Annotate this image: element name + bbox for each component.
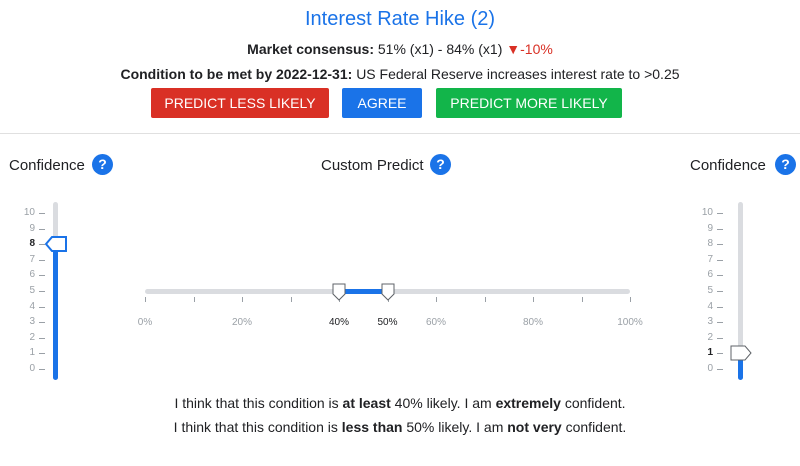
- confidence-tick-mark: [39, 322, 45, 324]
- range-tick-label: 50%: [377, 317, 398, 328]
- range-tick-mark: [290, 297, 292, 302]
- sentence-text: 50% likely. I am: [406, 419, 504, 435]
- confidence-tick-mark: [717, 322, 723, 324]
- range-tick-mark: [581, 297, 583, 302]
- confidence-tick-label: 10: [23, 207, 35, 218]
- range-high-thumb[interactable]: [380, 282, 396, 302]
- range-tick-label: 80%: [522, 317, 543, 328]
- confidence-thumb[interactable]: [44, 235, 68, 253]
- page-title: Interest Rate Hike (2): [304, 8, 496, 30]
- confidence-tick-label: 4: [707, 300, 713, 312]
- range-tick-mark: [533, 297, 534, 302]
- confidence-tick-label: 3: [707, 316, 713, 328]
- confidence-tick-label: 2: [707, 331, 713, 343]
- condition-label: Condition to be met by 2022-12-31:: [120, 66, 353, 82]
- range-tick-label: 40%: [328, 317, 349, 328]
- confidence-tick-mark: [39, 228, 45, 230]
- confidence-tick-label: 1: [707, 347, 713, 359]
- right-confidence-label: Confidence: [690, 157, 766, 174]
- confidence-tick-label: 0: [707, 363, 713, 374]
- confidence-thumb[interactable]: [729, 344, 753, 362]
- confidence-tick-mark: [39, 275, 45, 277]
- upper-bound-sentence: I think that this condition is less than…: [0, 419, 800, 435]
- confidence-tick-mark: [717, 306, 723, 308]
- range-tick-mark: [630, 297, 631, 302]
- confidence-tick-mark: [717, 291, 723, 292]
- confidence-tick-mark: [717, 337, 723, 339]
- custom-predict-label: Custom Predict: [321, 157, 424, 174]
- sentence-text: 40% likely. I am: [394, 395, 492, 411]
- range-tick-mark: [484, 297, 486, 302]
- range-thumb-shape[interactable]: [332, 283, 346, 301]
- confidence-tick-mark: [717, 369, 723, 370]
- confidence-tick-mark: [717, 244, 723, 246]
- confidence-tick-label: 8: [29, 238, 35, 250]
- left-confidence-label: Confidence: [9, 157, 85, 174]
- sentence-text: confident.: [565, 419, 627, 435]
- confidence-tick-mark: [717, 259, 723, 261]
- confidence-tick-label: 3: [29, 316, 35, 328]
- range-tick-mark: [193, 297, 195, 302]
- confidence-tick-mark: [39, 353, 45, 355]
- sentence-text: confident.: [564, 395, 626, 411]
- confidence-tick-mark: [39, 337, 45, 339]
- range-tick-mark: [242, 297, 243, 302]
- range-tick-mark: [145, 297, 146, 302]
- range-tick-label: 0%: [137, 317, 153, 328]
- confidence-tick-mark: [39, 259, 45, 261]
- consensus-delta: ▼-10%: [506, 41, 553, 57]
- left-confidence-help-icon[interactable]: ?: [92, 154, 113, 175]
- consensus-value: 51% (x1) - 84% (x1): [377, 41, 503, 57]
- confidence-tick-label: 7: [29, 253, 35, 265]
- sentence-text: I think that this condition is: [173, 419, 338, 435]
- range-tick-label: 20%: [231, 317, 252, 328]
- sentence-text: I think that this condition is: [174, 395, 339, 411]
- confidence-fill: [53, 244, 58, 380]
- confidence-thumb-shape[interactable]: [44, 236, 67, 253]
- custom-predict-help-icon[interactable]: ?: [430, 154, 451, 175]
- confidence-tick-mark: [39, 291, 45, 292]
- confidence-tick-mark: [39, 369, 45, 370]
- range-low-thumb[interactable]: [331, 282, 347, 302]
- confidence-tick-label: 6: [29, 269, 35, 281]
- lower-bound-sentence: I think that this condition is at least …: [0, 395, 800, 411]
- predict-less-likely-button[interactable]: PREDICT LESS LIKELY: [151, 88, 329, 118]
- confidence-tick-label: 8: [707, 238, 713, 250]
- predict-more-likely-button[interactable]: PREDICT MORE LIKELY: [436, 88, 622, 118]
- agree-button[interactable]: AGREE: [342, 88, 422, 118]
- sentence-confidence: not very: [507, 419, 562, 435]
- right-confidence-help-icon[interactable]: ?: [775, 154, 796, 175]
- confidence-tick-mark: [39, 306, 45, 308]
- confidence-thumb-shape[interactable]: [730, 345, 752, 361]
- confidence-tick-label: 1: [29, 347, 35, 359]
- confidence-tick-mark: [717, 353, 723, 355]
- confidence-tick-label: 6: [707, 269, 713, 281]
- sentence-bound: at least: [342, 395, 391, 411]
- confidence-tick-mark: [39, 213, 45, 214]
- confidence-tick-label: 2: [29, 331, 35, 343]
- section-divider: [0, 133, 800, 134]
- consensus-label: Market consensus:: [247, 41, 374, 57]
- range-tick-label: 100%: [617, 317, 643, 328]
- confidence-tick-mark: [717, 213, 723, 214]
- confidence-tick-label: 10: [701, 207, 713, 218]
- sentence-bound: less than: [341, 419, 403, 435]
- confidence-tick-label: 5: [29, 285, 35, 296]
- confidence-tick-label: 0: [29, 363, 35, 374]
- confidence-tick-label: 4: [29, 300, 35, 312]
- confidence-tick-label: 7: [707, 253, 713, 265]
- confidence-tick-label: 9: [707, 222, 713, 234]
- range-tick-mark: [436, 297, 437, 302]
- confidence-tick-mark: [717, 275, 723, 277]
- condition-text: US Federal Reserve increases interest ra…: [356, 66, 680, 82]
- confidence-tick-label: 5: [707, 285, 713, 296]
- range-thumb-shape[interactable]: [381, 283, 394, 301]
- market-consensus: Market consensus: 51% (x1) - 84% (x1) ▼-…: [0, 41, 800, 57]
- confidence-tick-label: 9: [29, 222, 35, 234]
- range-tick-label: 60%: [425, 317, 446, 328]
- sentence-confidence: extremely: [495, 395, 561, 411]
- condition-line: Condition to be met by 2022-12-31: US Fe…: [0, 66, 800, 82]
- confidence-tick-mark: [717, 228, 723, 230]
